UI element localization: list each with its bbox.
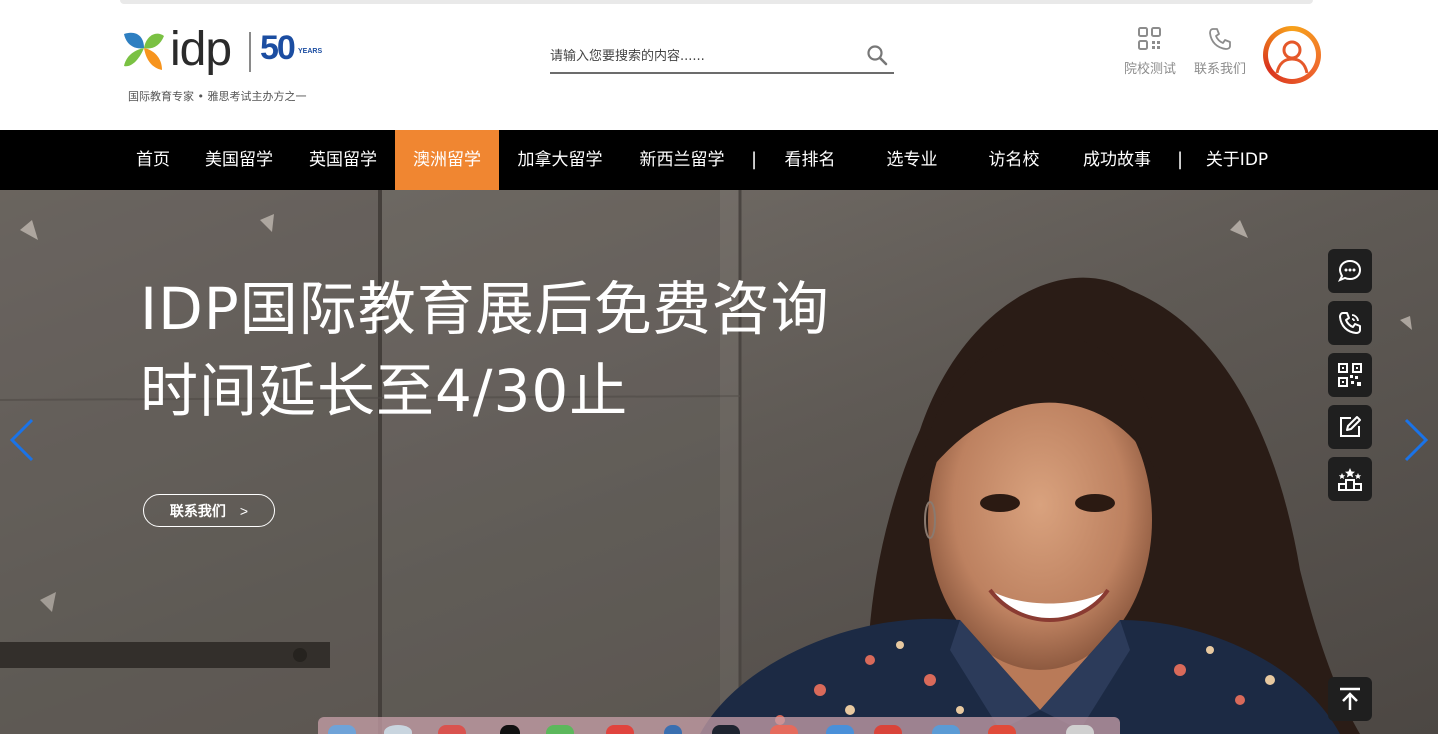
user-avatar[interactable]	[1263, 26, 1321, 84]
side-phone-button[interactable]	[1328, 301, 1372, 345]
hero-title-line1: IDP国际教育展后免费咨询	[140, 275, 830, 343]
nav-item-success-stories[interactable]: 成功故事	[1070, 130, 1164, 190]
side-chat-button[interactable]	[1328, 249, 1372, 293]
hero-contact-button[interactable]: 联系我们 >	[143, 494, 275, 527]
dock-app-icon[interactable]	[438, 725, 466, 734]
search-bar	[550, 38, 894, 74]
nav-item-rankings[interactable]: 看排名	[770, 130, 850, 190]
nav-divider: |	[1177, 149, 1184, 170]
qr-grid-icon	[1138, 27, 1161, 50]
edit-form-icon	[1340, 416, 1361, 437]
logo-years-label: YEARS	[298, 48, 323, 55]
nav-item-australia[interactable]: 澳洲留学	[395, 130, 499, 190]
dock-app-icon[interactable]	[500, 725, 520, 734]
avatar-inner	[1268, 31, 1316, 79]
back-to-top-button[interactable]	[1328, 677, 1372, 721]
user-avatar-icon	[1275, 40, 1309, 74]
search-input[interactable]	[550, 44, 850, 68]
top-strip-bar	[120, 0, 1313, 4]
logo-wordmark: idp	[170, 23, 232, 76]
carousel-prev-arrow-icon[interactable]	[8, 416, 38, 464]
nav-item-uk[interactable]: 英国留学	[292, 130, 394, 190]
search-icon[interactable]	[866, 44, 888, 66]
school-test-label: 院校测试	[1123, 62, 1176, 77]
idp-logo[interactable]: idp 50 YEARS 国际教育专家 • 雅思考试主办方之一	[122, 20, 332, 110]
main-nav: 首页 美国留学 英国留学 澳洲留学 加拿大留学 新西兰留学 | 看排名 选专业 …	[0, 130, 1438, 190]
carousel-next-arrow-icon[interactable]	[1400, 416, 1430, 464]
hero-title-line2: 时间延长至4/30止	[140, 357, 629, 425]
idp-butterfly-logo-icon	[124, 32, 164, 70]
dock-app-icon[interactable]	[606, 725, 634, 734]
logo-tagline: 国际教育专家 • 雅思考试主办方之一	[128, 90, 307, 103]
nav-item-usa[interactable]: 美国留学	[188, 130, 290, 190]
dock-app-icon[interactable]	[384, 725, 412, 734]
nav-item-majors[interactable]: 选专业	[872, 130, 952, 190]
hero-contact-label: 联系我们	[169, 502, 226, 519]
dock-app-icon[interactable]	[874, 725, 902, 734]
dock-app-icon[interactable]	[826, 725, 854, 734]
chevron-right-icon: >	[239, 502, 249, 519]
os-dock	[318, 717, 1120, 734]
side-form-button[interactable]	[1328, 405, 1372, 449]
hero-banner: IDP国际教育展后免费咨询 时间延长至4/30止 联系我们 >	[0, 190, 1438, 734]
dock-app-icon[interactable]	[546, 725, 574, 734]
dock-app-icon[interactable]	[712, 725, 740, 734]
logo-50-years: 50	[260, 29, 296, 67]
dock-app-icon[interactable]	[664, 725, 682, 734]
nav-divider: |	[751, 149, 758, 170]
side-qr-button[interactable]	[1328, 353, 1372, 397]
contact-us-button[interactable]: 联系我们	[1190, 26, 1250, 82]
logo-divider	[249, 32, 251, 72]
nav-item-home[interactable]: 首页	[120, 130, 186, 190]
site-header: idp 50 YEARS 国际教育专家 • 雅思考试主办方之一 院校测试 联系我…	[0, 8, 1438, 130]
dock-app-icon[interactable]	[988, 725, 1016, 734]
dock-app-icon[interactable]	[770, 725, 798, 734]
school-test-button[interactable]: 院校测试	[1120, 26, 1180, 82]
nav-item-new-zealand[interactable]: 新西兰留学	[622, 130, 742, 190]
phone-icon	[1209, 28, 1231, 50]
nav-item-schools[interactable]: 访名校	[974, 130, 1054, 190]
browser-top-strip	[0, 0, 1438, 8]
dock-app-icon[interactable]	[328, 725, 356, 734]
ranking-stars-icon	[1338, 468, 1362, 491]
nav-item-canada[interactable]: 加拿大留学	[500, 130, 620, 190]
dock-app-icon[interactable]	[1066, 725, 1094, 734]
phone-call-icon	[1339, 312, 1361, 334]
back-to-top-icon	[1340, 687, 1360, 710]
contact-us-label: 联系我们	[1193, 62, 1246, 77]
side-ranking-button[interactable]	[1328, 457, 1372, 501]
chat-bubble-icon	[1337, 259, 1362, 282]
nav-item-about-idp[interactable]: 关于IDP	[1196, 130, 1278, 190]
qr-code-icon	[1338, 363, 1362, 387]
dock-app-icon[interactable]	[932, 725, 960, 734]
hero-title: IDP国际教育展后免费咨询 时间延长至4/30止	[140, 268, 830, 432]
